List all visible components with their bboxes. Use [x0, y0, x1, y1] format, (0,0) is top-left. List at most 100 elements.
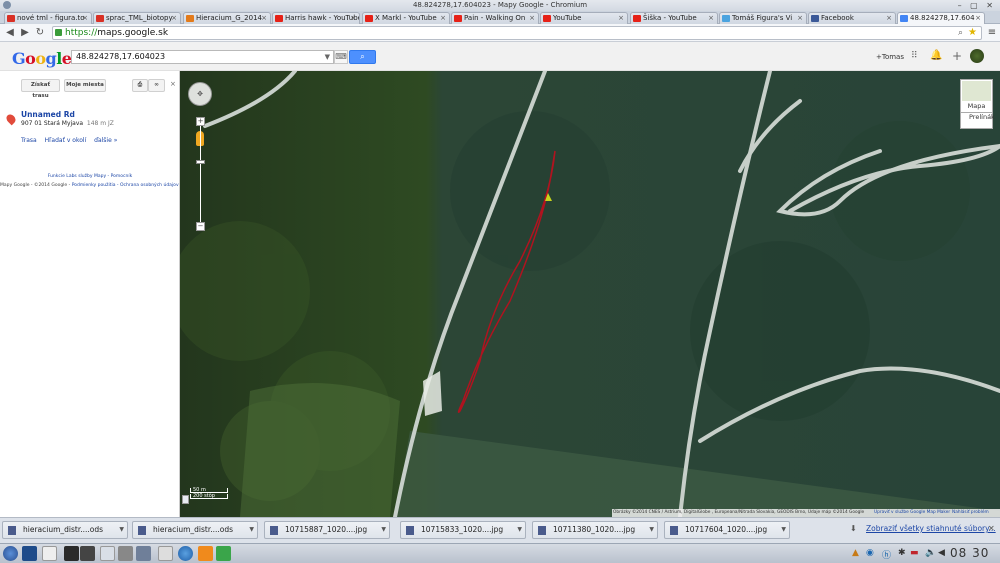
- tab-close-icon[interactable]: ×: [171, 13, 177, 24]
- satellite-overlay-toggle[interactable]: Prelínák: [960, 112, 995, 129]
- keyboard-layout-flag-icon[interactable]: ▬: [910, 548, 919, 558]
- back-icon[interactable]: ◀: [3, 26, 17, 40]
- download-item[interactable]: hieracium_distr....ods ▼: [132, 521, 258, 539]
- google-header: Google 48.824278,17.604023 ▼ ⌨ ⌕ +Tomas …: [0, 42, 1000, 71]
- maps-search-input[interactable]: 48.824278,17.604023 ▼: [71, 50, 334, 64]
- tab-close-icon[interactable]: ×: [886, 13, 892, 24]
- clock[interactable]: 08 30: [950, 546, 989, 560]
- tab-3[interactable]: Harris hawk - YouTube ×: [272, 12, 360, 24]
- chevron-down-icon[interactable]: ▼: [517, 522, 522, 538]
- spreadsheet-icon[interactable]: [216, 546, 231, 561]
- chevron-down-icon[interactable]: ▼: [781, 522, 786, 538]
- zoom-out-icon[interactable]: −: [196, 222, 205, 231]
- terminal-icon[interactable]: [64, 546, 79, 561]
- link-directions[interactable]: Trasa: [21, 137, 37, 144]
- link-icon[interactable]: ∞: [148, 79, 165, 92]
- tab-label: Šiška - YouTube: [643, 14, 697, 22]
- chevron-down-icon[interactable]: ▼: [249, 522, 254, 538]
- footer-links[interactable]: Funkcie Labs služby Mapy - Pomocník: [0, 174, 180, 179]
- tools-icon[interactable]: [118, 546, 133, 561]
- show-all-downloads-link[interactable]: Zobraziť všetky stiahnuté súbory...: [866, 524, 996, 533]
- window-controls[interactable]: – ▢ ✕: [958, 0, 996, 11]
- zoom-knob[interactable]: [196, 160, 205, 164]
- satellite-map[interactable]: ✥ + − Mapa Prelínák 50 m 200 stôp Obrázk…: [180, 71, 1000, 517]
- download-item[interactable]: 10711380_1020....jpg ▼: [532, 521, 658, 539]
- tab-favicon-icon: [275, 15, 283, 22]
- link-search-nearby[interactable]: Hľadať v okolí: [45, 137, 87, 144]
- tab-6[interactable]: YouTube ×: [540, 12, 628, 24]
- start-menu-icon[interactable]: [3, 546, 18, 561]
- tab-close-icon[interactable]: ×: [618, 13, 624, 24]
- traffic-icon[interactable]: [182, 495, 189, 504]
- link-more[interactable]: ďalšie »: [94, 137, 117, 144]
- reload-icon[interactable]: ↻: [33, 26, 47, 40]
- result-title[interactable]: Unnamed Rd: [21, 110, 75, 119]
- terms-link[interactable]: Podmienky použitia - Ochrana osobných úd…: [72, 183, 179, 188]
- close-icon[interactable]: ×: [170, 80, 176, 88]
- window-switcher-icon[interactable]: [80, 546, 95, 561]
- edit-in-map-maker-link[interactable]: Upraviť v službe Google Map Maker: [874, 509, 950, 517]
- file-manager-icon[interactable]: [42, 546, 57, 561]
- notifications-bell-icon[interactable]: 🔔: [930, 50, 942, 61]
- update-icon[interactable]: ▲: [852, 548, 859, 558]
- vlc-icon[interactable]: [198, 546, 213, 561]
- bluetooth-icon[interactable]: ✱: [898, 548, 906, 558]
- tab-close-icon[interactable]: ×: [261, 13, 267, 24]
- hp-icon[interactable]: ⓗ: [882, 548, 891, 561]
- chevron-down-icon[interactable]: ▼: [649, 522, 654, 538]
- tab-close-icon[interactable]: ×: [82, 13, 88, 24]
- volume-icon[interactable]: 🔈: [925, 548, 936, 558]
- window-menu-icon[interactable]: [3, 1, 11, 9]
- calc-icon[interactable]: [158, 546, 173, 561]
- zoom-slider[interactable]: + −: [196, 117, 205, 232]
- avatar[interactable]: [970, 49, 984, 63]
- bookmark-star-icon[interactable]: ★: [968, 27, 977, 39]
- google-logo[interactable]: Google: [12, 49, 72, 68]
- download-item[interactable]: 10717604_1020....jpg ▼: [664, 521, 790, 539]
- tab-5[interactable]: Pain - Walking On ×: [451, 12, 539, 24]
- tray-expand-icon[interactable]: ◀: [938, 548, 945, 558]
- zoom-in-icon[interactable]: +: [196, 117, 205, 126]
- print-icon[interactable]: ⎙: [132, 79, 148, 92]
- tab-0[interactable]: nové tml - figura.to ×: [4, 12, 92, 24]
- network-icon[interactable]: ◉: [866, 548, 874, 558]
- tab-8[interactable]: Tomáš Figura's Vi ×: [719, 12, 807, 24]
- search-icon[interactable]: ⌕: [958, 27, 963, 39]
- tab-close-icon[interactable]: ×: [440, 13, 446, 24]
- pan-control[interactable]: ✥: [188, 82, 212, 106]
- tab-label: nové tml - figura.to: [17, 14, 85, 22]
- documents-icon[interactable]: [100, 546, 115, 561]
- desktop-icon[interactable]: [22, 546, 37, 561]
- user-link[interactable]: +Tomas: [876, 53, 904, 61]
- chevron-down-icon[interactable]: ▼: [119, 522, 124, 538]
- search-button[interactable]: ⌕: [349, 50, 376, 64]
- browser-icon[interactable]: [178, 546, 193, 561]
- tab-close-icon[interactable]: ×: [708, 13, 714, 24]
- get-directions-button[interactable]: Získať trasu: [21, 79, 60, 99]
- menu-icon[interactable]: ≡: [986, 26, 998, 40]
- report-problem-link[interactable]: Nahlásiť problém: [952, 509, 989, 517]
- download-item[interactable]: 10715887_1020....jpg ▼: [264, 521, 390, 539]
- tab-close-icon[interactable]: ×: [529, 13, 535, 24]
- tab-1[interactable]: sprac_TML_biotopy ×: [93, 12, 181, 24]
- tab-close-icon[interactable]: ×: [797, 13, 803, 24]
- tab-4[interactable]: X Markl - YouTube ×: [362, 12, 450, 24]
- share-plus-icon[interactable]: +: [952, 49, 962, 63]
- image-editor-icon[interactable]: [136, 546, 151, 561]
- chevron-down-icon[interactable]: ▼: [325, 51, 330, 63]
- download-filename: 10711380_1020....jpg: [553, 525, 636, 534]
- close-icon[interactable]: ✕: [988, 524, 995, 533]
- download-item[interactable]: hieracium_distr....ods ▼: [2, 521, 128, 539]
- my-places-button[interactable]: Moje miesta: [64, 79, 106, 92]
- tab-9[interactable]: Facebook ×: [808, 12, 896, 24]
- download-item[interactable]: 10715833_1020....jpg ▼: [400, 521, 526, 539]
- chevron-down-icon[interactable]: ▼: [381, 522, 386, 538]
- forward-icon[interactable]: ▶: [18, 26, 32, 40]
- address-bar[interactable]: https://maps.google.sk ⌕ ★: [52, 26, 982, 40]
- tab-close-icon[interactable]: ×: [350, 13, 356, 24]
- tab-7[interactable]: Šiška - YouTube ×: [630, 12, 718, 24]
- keyboard-icon[interactable]: ⌨: [334, 50, 348, 64]
- tab-close-icon[interactable]: ×: [975, 13, 981, 24]
- apps-grid-icon[interactable]: ⠿: [911, 51, 918, 61]
- tab-2[interactable]: Hieracium_G_2014 ×: [183, 12, 271, 24]
